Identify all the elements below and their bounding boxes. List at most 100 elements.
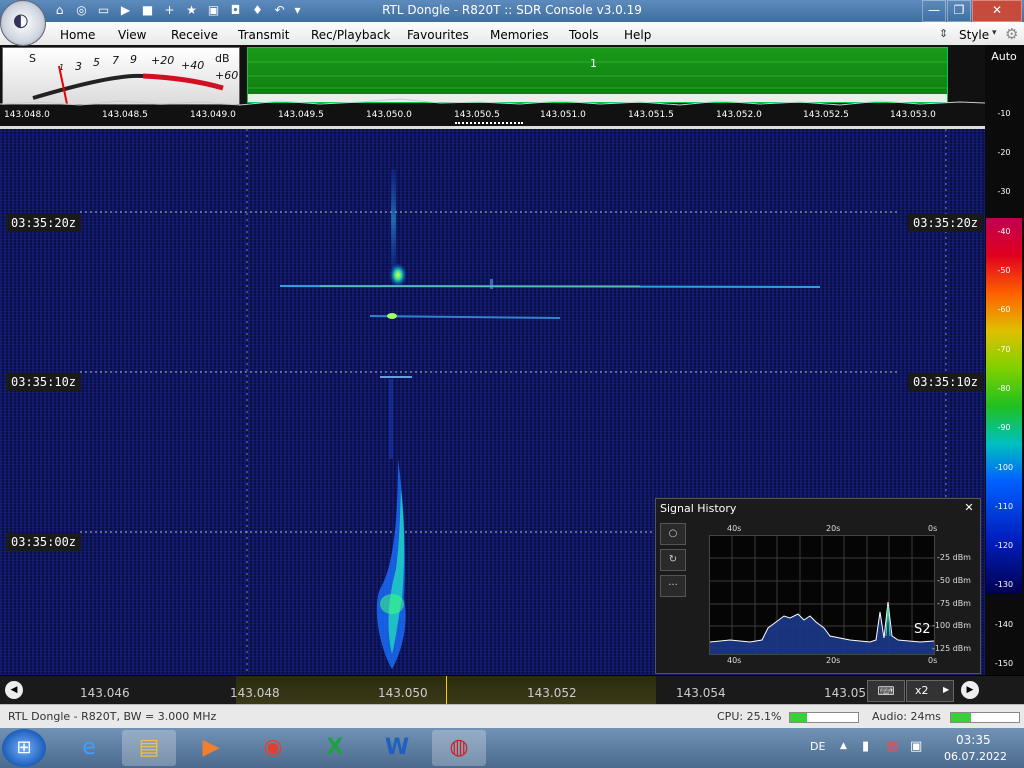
db-tick: -150 <box>994 659 1014 668</box>
cpu-meter <box>789 712 859 723</box>
chrome-icon[interactable]: ◉ <box>246 730 300 766</box>
audio-meter <box>950 712 1020 723</box>
style-dropdown-icon[interactable]: ▾ <box>992 28 997 38</box>
media-player-icon[interactable]: ▶ <box>184 730 238 766</box>
tray-expand-icon[interactable]: ▲ <box>840 741 847 751</box>
signal-history-close-button[interactable]: ✕ <box>962 501 976 515</box>
db-tick: -30 <box>997 187 1011 196</box>
app-menu-orb[interactable]: ◐ <box>0 0 46 46</box>
spectrum-trace <box>0 98 985 106</box>
menu-rec-playback[interactable]: Rec/Playback <box>311 28 390 42</box>
signal-history-plot <box>709 535 935 655</box>
menu-memories[interactable]: Memories <box>490 28 549 42</box>
db-tick: -130 <box>994 580 1014 589</box>
settings-gear-icon[interactable]: ⚙ <box>1005 25 1018 43</box>
language-indicator[interactable]: DE <box>810 740 825 753</box>
db-tick: -60 <box>997 305 1011 314</box>
start-button[interactable]: ⊞ <box>2 729 46 767</box>
app-logo-icon: ◐ <box>13 10 29 31</box>
zoom-selector[interactable]: x2 ▶ <box>906 680 954 702</box>
db-tick: -110 <box>994 502 1014 511</box>
action-center-icon[interactable]: ▣ <box>910 739 922 754</box>
style-menu[interactable]: Style <box>959 28 989 42</box>
safely-remove-icon[interactable]: ▮ <box>862 739 869 754</box>
auto-scale-button[interactable]: Auto <box>987 50 1021 63</box>
reset-button[interactable]: ↻ <box>660 549 686 571</box>
history-y-label: -100 dBm <box>932 621 972 630</box>
maximize-button[interactable]: ❐ <box>947 0 971 22</box>
more-options-button[interactable]: ··· <box>660 575 686 597</box>
history-x-label: 0s <box>928 524 938 533</box>
history-x-label: 0s <box>928 656 938 665</box>
band-marker-label: 1 <box>590 57 597 70</box>
tuning-freq-label: 143.054 <box>676 686 726 700</box>
excel-icon[interactable]: X <box>308 730 362 766</box>
tuning-freq-label: 143.046 <box>80 686 130 700</box>
freq-tick-label: 143.052.5 <box>803 110 849 120</box>
clock-date[interactable]: 06.07.2022 <box>944 750 1007 763</box>
signal-history-title: Signal History <box>660 502 737 515</box>
windows-logo-icon: ⊞ <box>16 737 32 758</box>
time-label: 03:35:20z <box>908 214 984 232</box>
clock-time[interactable]: 03:35 <box>956 733 991 747</box>
close-button[interactable]: ✕ <box>972 0 1022 22</box>
tuning-freq-label: 143.056 <box>824 686 866 700</box>
file-explorer-icon[interactable]: ▤ <box>122 730 176 766</box>
db-tick: -120 <box>994 541 1014 550</box>
freq-tick-label: 143.052.0 <box>716 110 762 120</box>
history-x-label: 40s <box>727 656 742 665</box>
freq-tick-label: 143.048.0 <box>4 110 50 120</box>
history-x-label: 40s <box>727 524 742 533</box>
scroll-right-button[interactable]: ▶ <box>961 681 979 699</box>
freq-tick-label: 143.049.5 <box>278 110 324 120</box>
history-y-label: -25 dBm <box>937 553 971 562</box>
history-x-label: 20s <box>826 656 841 665</box>
keyboard-icon: ⌨ <box>877 684 895 698</box>
db-tick: -50 <box>997 266 1011 275</box>
time-label: 03:35:10z <box>908 373 984 391</box>
db-tick: -80 <box>997 384 1011 393</box>
band-grid <box>248 61 947 102</box>
menu-tools[interactable]: Tools <box>569 28 599 42</box>
sdr-console-taskbar-icon[interactable]: ◍ <box>432 730 486 766</box>
zoom-next-icon: ▶ <box>943 685 950 694</box>
menu-home[interactable]: Home <box>60 28 95 42</box>
cpu-meter-fill <box>790 713 808 722</box>
cpu-status: CPU: 25.1% <box>717 710 782 723</box>
internet-explorer-icon[interactable]: e <box>62 730 116 766</box>
scroll-left-button[interactable]: ◀ <box>5 681 23 699</box>
tuned-frequency-marker <box>446 676 447 704</box>
style-arrows-icon[interactable]: ⇕ <box>939 27 948 40</box>
keyboard-button[interactable]: ⌨ <box>867 680 905 702</box>
menu-favourites[interactable]: Favourites <box>407 28 469 42</box>
freq-tick-label: 143.051.0 <box>540 110 586 120</box>
tuning-freq-label: 143.050 <box>378 686 428 700</box>
record-circle-button[interactable]: ○ <box>660 523 686 545</box>
menu-help[interactable]: Help <box>624 28 651 42</box>
word-icon[interactable]: W <box>370 730 424 766</box>
db-tick: -10 <box>997 109 1011 118</box>
time-label: 03:35:20z <box>6 214 82 232</box>
menu-view[interactable]: View <box>118 28 146 42</box>
freq-tick-label: 143.050.5 <box>454 110 500 120</box>
freq-tick-label: 143.050.0 <box>366 110 412 120</box>
tuning-freq-label: 143.048 <box>230 686 280 700</box>
db-tick: -140 <box>994 620 1014 629</box>
db-tick: -20 <box>997 148 1011 157</box>
audio-status: Audio: 24ms <box>872 710 941 723</box>
history-y-label: -75 dBm <box>937 599 971 608</box>
menu-receive[interactable]: Receive <box>171 28 218 42</box>
audio-meter-fill <box>951 713 972 722</box>
time-label: 03:35:00z <box>6 533 82 551</box>
device-status: RTL Dongle - R820T, BW = 3.000 MHz <box>8 710 217 723</box>
s-unit-reading: S2 <box>914 622 931 637</box>
freq-tick-label: 143.048.5 <box>102 110 148 120</box>
network-error-icon[interactable]: ▦ <box>886 739 898 754</box>
db-tick: -100 <box>994 463 1014 472</box>
history-x-label: 20s <box>826 524 841 533</box>
minimize-button[interactable]: — <box>922 0 946 22</box>
band-display[interactable] <box>247 47 948 103</box>
menu-transmit[interactable]: Transmit <box>238 28 289 42</box>
history-y-label: -50 dBm <box>937 576 971 585</box>
tuning-freq-label: 143.052 <box>527 686 577 700</box>
